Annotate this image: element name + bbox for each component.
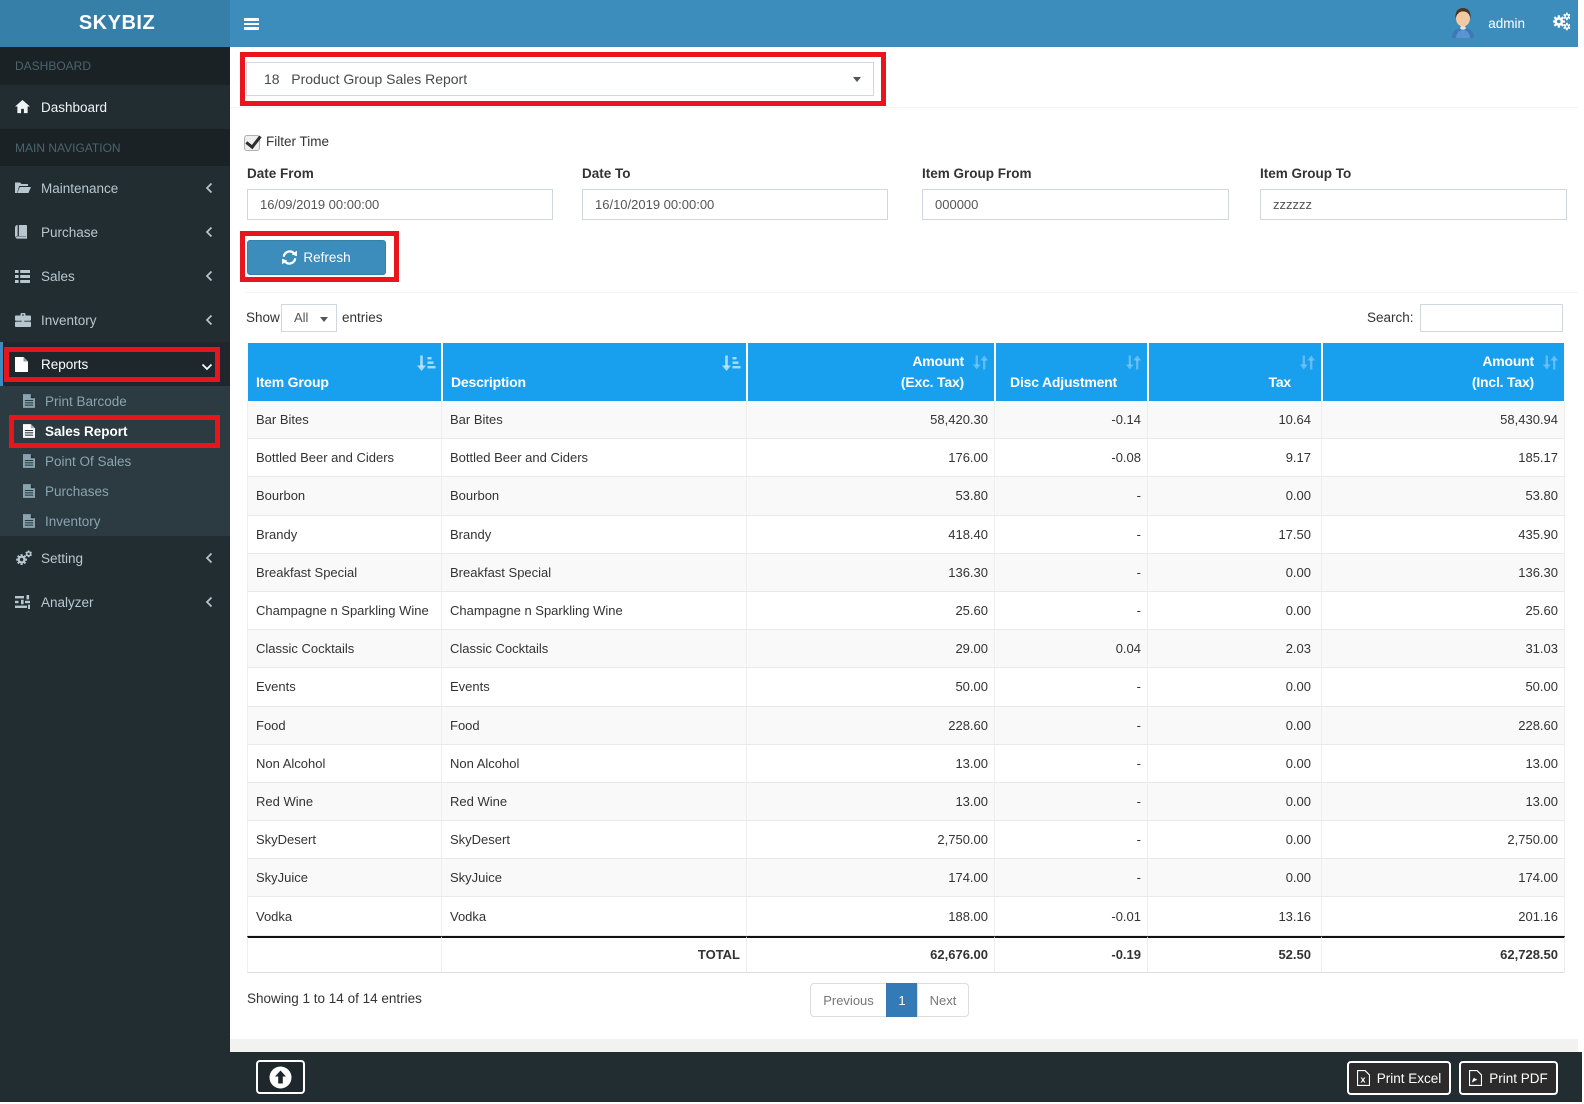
svg-text:x: x [1360, 1075, 1365, 1085]
